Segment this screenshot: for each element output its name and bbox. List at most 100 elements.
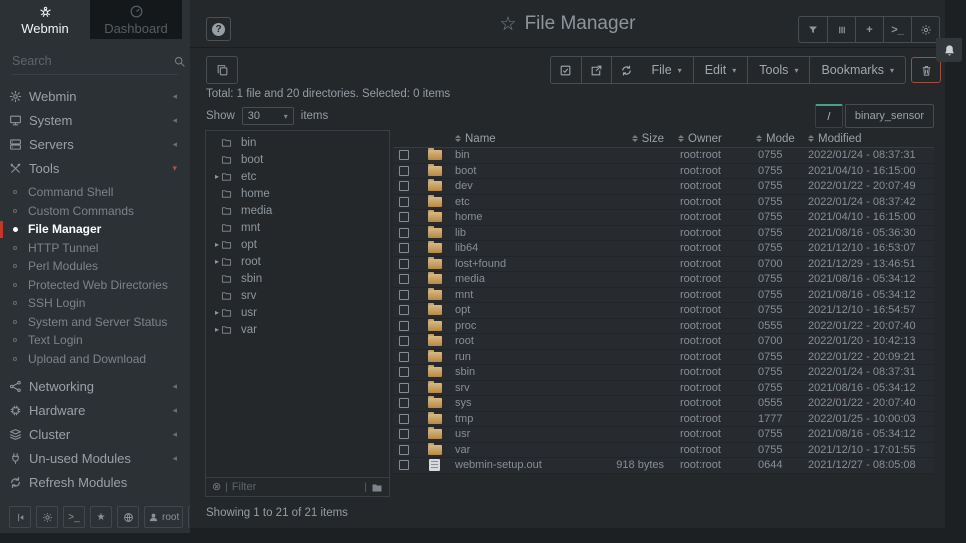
row-checkbox[interactable] <box>399 290 409 300</box>
sidebar-item-ssh-login[interactable]: SSH Login <box>0 294 190 313</box>
table-row[interactable]: webmin-setup.out918 bytesroot:root064420… <box>393 458 934 474</box>
sidebar-item-refresh-modules[interactable]: Refresh Modules <box>0 470 190 494</box>
menu-bookmarks[interactable]: Bookmarks▾ <box>809 57 905 83</box>
sidebar-item-servers[interactable]: Servers◂ <box>0 132 190 156</box>
new-file-button[interactable]: + <box>855 17 883 42</box>
row-checkbox[interactable] <box>399 460 409 470</box>
file-name[interactable]: root <box>455 335 582 347</box>
favorites-button[interactable]: ★ <box>90 506 112 528</box>
tree-item-opt[interactable]: ▸opt <box>206 236 389 253</box>
file-name[interactable]: var <box>455 444 582 456</box>
sidebar-item-networking[interactable]: Networking◂ <box>0 374 190 398</box>
tab-webmin[interactable]: Webmin <box>0 0 90 39</box>
settings-button[interactable] <box>911 17 939 42</box>
row-checkbox[interactable] <box>399 383 409 393</box>
sidebar-item-custom-commands[interactable]: Custom Commands <box>0 202 190 221</box>
table-row[interactable]: devroot:root07552022/01/22 - 20:07:49 <box>393 179 934 195</box>
table-row[interactable]: runroot:root07552022/01/22 - 20:09:21 <box>393 350 934 366</box>
row-checkbox[interactable] <box>399 398 409 408</box>
columns-button[interactable] <box>827 17 855 42</box>
row-checkbox[interactable] <box>399 212 409 222</box>
path-tab-binary-sensor[interactable]: binary_sensor <box>845 104 934 128</box>
user-button[interactable]: root <box>144 506 183 528</box>
sidebar-item-protected-web-directories[interactable]: Protected Web Directories <box>0 276 190 295</box>
table-row[interactable]: binroot:root07552022/01/24 - 08:37:31 <box>393 148 934 164</box>
file-name[interactable]: usr <box>455 428 582 440</box>
sidebar-item-http-tunnel[interactable]: HTTP Tunnel <box>0 239 190 258</box>
menu-file[interactable]: File▾ <box>641 57 693 83</box>
sidebar-item-webmin[interactable]: Webmin◂ <box>0 84 190 108</box>
file-name[interactable]: mnt <box>455 289 582 301</box>
sidebar-item-perl-modules[interactable]: Perl Modules <box>0 257 190 276</box>
refresh-button[interactable] <box>611 57 641 83</box>
file-name[interactable]: run <box>455 351 582 363</box>
tree-item-bin[interactable]: bin <box>206 134 389 151</box>
row-checkbox[interactable] <box>399 228 409 238</box>
sidebar-item-hardware[interactable]: Hardware◂ <box>0 398 190 422</box>
tree-item-sbin[interactable]: sbin <box>206 270 389 287</box>
row-checkbox[interactable] <box>399 429 409 439</box>
file-name[interactable]: lost+found <box>455 258 582 270</box>
column-header-owner[interactable]: Owner <box>678 133 756 145</box>
tree-item-usr[interactable]: ▸usr <box>206 304 389 321</box>
tree-expand-icon[interactable]: ▸ <box>206 240 220 249</box>
row-checkbox[interactable] <box>399 321 409 331</box>
row-checkbox[interactable] <box>399 259 409 269</box>
row-checkbox[interactable] <box>399 305 409 315</box>
file-name[interactable]: sbin <box>455 366 582 378</box>
file-name[interactable]: proc <box>455 320 582 332</box>
folder-select-icon[interactable] <box>371 481 383 493</box>
row-checkbox[interactable] <box>399 197 409 207</box>
file-name[interactable]: sys <box>455 397 582 409</box>
file-name[interactable]: bin <box>455 149 582 161</box>
table-row[interactable]: rootroot:root07002022/01/20 - 10:42:13 <box>393 334 934 350</box>
row-checkbox[interactable] <box>399 414 409 424</box>
tree-item-home[interactable]: home <box>206 185 389 202</box>
row-checkbox[interactable] <box>399 243 409 253</box>
tree-item-media[interactable]: media <box>206 202 389 219</box>
row-checkbox[interactable] <box>399 150 409 160</box>
sidebar-item-file-manager[interactable]: File Manager <box>0 220 190 239</box>
tab-dashboard[interactable]: Dashboard <box>90 0 182 39</box>
table-row[interactable]: lost+foundroot:root07002021/12/29 - 13:4… <box>393 257 934 273</box>
file-name[interactable]: opt <box>455 304 582 316</box>
file-name[interactable]: media <box>455 273 582 285</box>
file-name[interactable]: boot <box>455 165 582 177</box>
file-name[interactable]: tmp <box>455 413 582 425</box>
file-name[interactable]: lib <box>455 227 582 239</box>
row-checkbox[interactable] <box>399 181 409 191</box>
row-checkbox[interactable] <box>399 352 409 362</box>
sidebar-item-cluster[interactable]: Cluster◂ <box>0 422 190 446</box>
table-row[interactable]: lib64root:root07552021/12/10 - 16:53:07 <box>393 241 934 257</box>
row-checkbox[interactable] <box>399 274 409 284</box>
table-row[interactable]: mntroot:root07552021/08/16 - 05:34:12 <box>393 288 934 304</box>
file-name[interactable]: lib64 <box>455 242 582 254</box>
file-name[interactable]: srv <box>455 382 582 394</box>
filter-clear-icon[interactable]: ⊗ <box>212 482 221 493</box>
tree-expand-icon[interactable]: ▸ <box>206 325 220 334</box>
sidebar-item-system[interactable]: System◂ <box>0 108 190 132</box>
table-row[interactable]: homeroot:root07552021/04/10 - 16:15:00 <box>393 210 934 226</box>
filter-button[interactable] <box>799 17 827 42</box>
table-row[interactable]: usrroot:root07552021/08/16 - 05:34:12 <box>393 427 934 443</box>
tree-expand-icon[interactable]: ▸ <box>206 257 220 266</box>
tree-expand-icon[interactable]: ▸ <box>206 308 220 317</box>
menu-edit[interactable]: Edit▾ <box>693 57 748 83</box>
select-all-button[interactable] <box>551 57 581 83</box>
tree-filter-input[interactable] <box>232 481 361 493</box>
tree-item-root[interactable]: ▸root <box>206 253 389 270</box>
column-header-size[interactable]: Size <box>582 133 678 145</box>
favorite-star-icon[interactable]: ☆ <box>500 13 517 36</box>
table-row[interactable]: bootroot:root07552021/04/10 - 16:15:00 <box>393 164 934 180</box>
theme-toggle-button[interactable] <box>36 506 58 528</box>
sidebar-item-command-shell[interactable]: Command Shell <box>0 183 190 202</box>
file-name[interactable]: etc <box>455 196 582 208</box>
column-header-name[interactable]: Name <box>455 133 582 145</box>
sidebar-item-system-and-server-status[interactable]: System and Server Status <box>0 313 190 332</box>
table-row[interactable]: tmproot:root17772022/01/25 - 10:00:03 <box>393 412 934 428</box>
sidebar-item-text-login[interactable]: Text Login <box>0 331 190 350</box>
row-checkbox[interactable] <box>399 336 409 346</box>
tree-item-srv[interactable]: srv <box>206 287 389 304</box>
sidebar-item-un-used-modules[interactable]: Un-used Modules◂ <box>0 446 190 470</box>
tree-item-mnt[interactable]: mnt <box>206 219 389 236</box>
